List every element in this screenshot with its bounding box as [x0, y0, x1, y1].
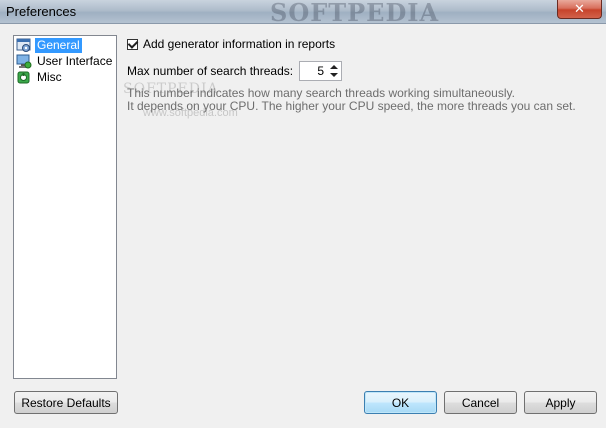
threads-value[interactable]: 5 [300, 64, 327, 78]
tree-item-label: User Interface [37, 54, 113, 68]
threads-spinner[interactable]: 5 [299, 61, 343, 81]
title-watermark: SOFTPEDIA [270, 0, 440, 27]
add-generator-label: Add generator information in reports [143, 37, 336, 51]
watermark-url: www.softpedia.com [143, 107, 238, 119]
apply-button[interactable]: Apply [524, 391, 597, 414]
spin-up-icon[interactable] [330, 65, 339, 69]
spinner-arrows[interactable] [329, 63, 339, 79]
add-generator-checkbox[interactable] [127, 38, 138, 50]
monitor-icon [16, 54, 32, 69]
tree-item-misc[interactable]: Misc [16, 70, 64, 85]
watermark-text: SOFTPEDIA [123, 81, 219, 97]
restore-defaults-label: Restore Defaults [21, 395, 111, 410]
category-tree[interactable]: General User Interface Misc [13, 35, 117, 379]
ok-label: OK [391, 395, 410, 410]
misc-icon [16, 70, 32, 85]
cancel-button[interactable]: Cancel [444, 391, 517, 414]
general-settings-panel: Add generator information in reports Max… [123, 35, 597, 379]
apply-label: Apply [545, 395, 576, 410]
tree-item-label: Misc [37, 70, 62, 84]
window-title: Preferences [6, 4, 77, 19]
restore-defaults-button[interactable]: Restore Defaults [14, 391, 118, 414]
settings-window-icon [16, 38, 32, 53]
tree-item-user-interface[interactable]: User Interface [16, 54, 114, 69]
spin-down-icon[interactable] [330, 73, 339, 77]
ok-button[interactable]: OK [364, 391, 437, 414]
tree-item-label: General [35, 38, 82, 53]
threads-row: Max number of search threads: 5 [127, 61, 343, 81]
threads-label: Max number of search threads: [127, 64, 294, 78]
title-bar: Preferences SOFTPEDIA ✕ [0, 0, 606, 27]
add-generator-option[interactable]: Add generator information in reports [127, 37, 335, 51]
close-icon: ✕ [574, 1, 585, 17]
close-button[interactable]: ✕ [557, 0, 602, 19]
tree-item-general[interactable]: General [16, 38, 82, 53]
cancel-label: Cancel [461, 395, 500, 410]
